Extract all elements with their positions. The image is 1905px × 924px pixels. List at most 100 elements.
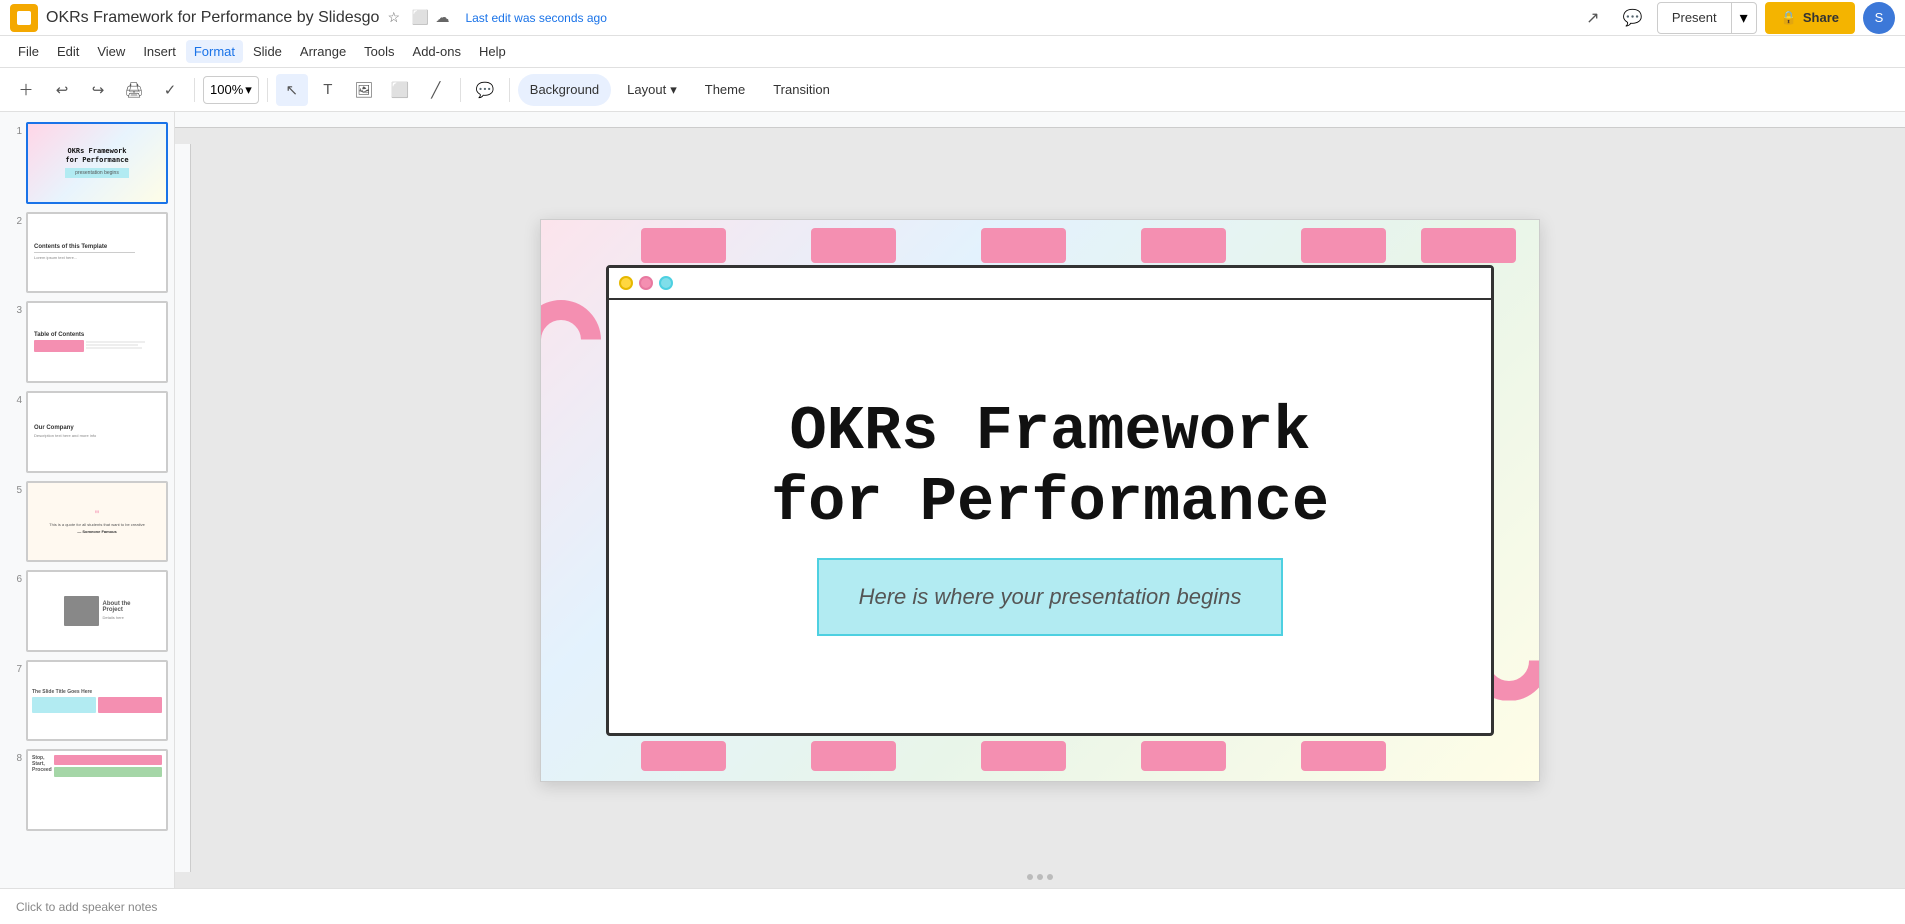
deco-bottom-1 xyxy=(641,741,726,771)
line-btn[interactable]: ╱ xyxy=(420,74,452,106)
slide-number-3: 3 xyxy=(6,305,22,316)
speaker-notes-placeholder: Click to add speaker notes xyxy=(16,900,157,914)
menu-help[interactable]: Help xyxy=(471,40,514,63)
layout-dropdown-icon: ▾ xyxy=(670,82,677,98)
background-btn[interactable]: Background xyxy=(518,74,611,106)
present-main-label[interactable]: Present xyxy=(1658,3,1732,33)
text-box-btn[interactable]: T xyxy=(312,74,344,106)
document-title: OKRs Framework for Performance by Slides… xyxy=(46,9,379,27)
menu-slide[interactable]: Slide xyxy=(245,40,290,63)
present-dropdown-arrow[interactable]: ▾ xyxy=(1732,3,1756,33)
deco-top-5 xyxy=(1301,228,1386,263)
slide-thumb-5[interactable]: " This is a quote for all students that … xyxy=(26,481,168,563)
slide-number-5: 5 xyxy=(6,485,22,496)
comments-icon[interactable]: 💬 xyxy=(1617,2,1649,34)
menu-tools[interactable]: Tools xyxy=(356,40,402,63)
deco-bottom-2 xyxy=(811,741,896,771)
slide-canvas-wrap: OKRs Framework for Performance Here is w… xyxy=(175,128,1905,872)
image-btn[interactable]: 🖼 xyxy=(348,74,380,106)
nav-dot-2[interactable] xyxy=(1037,874,1043,880)
slide-item-3[interactable]: 3 Table of Contents xyxy=(4,299,170,385)
menu-arrange[interactable]: Arrange xyxy=(292,40,354,63)
deco-top-3 xyxy=(981,228,1066,263)
menu-edit[interactable]: Edit xyxy=(49,40,87,63)
app-logo-inner xyxy=(17,11,31,25)
doc-history-icon[interactable]: ⬜ xyxy=(411,9,429,27)
zoom-control[interactable]: 100% ▾ xyxy=(203,76,259,104)
divider-2 xyxy=(267,78,268,102)
new-slide-btn[interactable]: ＋ xyxy=(10,74,42,106)
top-right-actions: ↗ 💬 Present ▾ 🔒 Share S xyxy=(1577,2,1895,34)
share-button[interactable]: 🔒 Share xyxy=(1765,2,1855,34)
select-tool[interactable]: ↖ xyxy=(276,74,308,106)
transition-btn[interactable]: Transition xyxy=(761,74,842,106)
menu-format[interactable]: Format xyxy=(186,40,243,63)
slide-thumb-1[interactable]: OKRs Frameworkfor Performance presentati… xyxy=(26,122,168,204)
comment-btn[interactable]: 💬 xyxy=(469,74,501,106)
slide-thumb-content-6: About theProject Details here xyxy=(28,572,166,650)
slide-nav-dots xyxy=(1027,874,1053,880)
deco-bottom-4 xyxy=(1141,741,1226,771)
slide-canvas[interactable]: OKRs Framework for Performance Here is w… xyxy=(540,219,1540,782)
slide-number-2: 2 xyxy=(6,216,22,227)
slide-number-4: 4 xyxy=(6,395,22,406)
nav-dot-3[interactable] xyxy=(1047,874,1053,880)
subtitle-text: Here is where your presentation begins xyxy=(859,584,1242,609)
slide-thumb-content-5: " This is a quote for all students that … xyxy=(28,483,166,561)
slide-number-6: 6 xyxy=(6,574,22,585)
slide-thumb-3[interactable]: Table of Contents xyxy=(26,301,168,383)
menu-bar: File Edit View Insert Format Slide Arran… xyxy=(0,36,1905,68)
share-label: Share xyxy=(1803,10,1839,25)
slide-thumb-content-7: The Slide Title Goes Here xyxy=(28,662,166,740)
redo-btn[interactable]: ↪ xyxy=(82,74,114,106)
spell-check-btn[interactable]: ✓ xyxy=(154,74,186,106)
star-icon[interactable]: ☆ xyxy=(387,9,405,27)
slide-thumb-4[interactable]: Our Company Description text here and mo… xyxy=(26,391,168,473)
slide-panel: 1 OKRs Frameworkfor Performance presenta… xyxy=(0,112,175,888)
slide-thumb-8[interactable]: Stop,Start,Proceed xyxy=(26,749,168,831)
menu-file[interactable]: File xyxy=(10,40,47,63)
subtitle-box[interactable]: Here is where your presentation begins xyxy=(817,558,1284,636)
activity-icon[interactable]: ↗ xyxy=(1577,2,1609,34)
slide-thumb-content-3: Table of Contents xyxy=(28,303,166,381)
browser-dot-yellow xyxy=(619,276,633,290)
nav-dot-1[interactable] xyxy=(1027,874,1033,880)
slide-item-1[interactable]: 1 OKRs Frameworkfor Performance presenta… xyxy=(4,120,170,206)
divider-1 xyxy=(194,78,195,102)
title-icons: ☆ ⬜ ☁ xyxy=(387,9,453,27)
menu-insert[interactable]: Insert xyxy=(135,40,184,63)
slide-item-7[interactable]: 7 The Slide Title Goes Here xyxy=(4,658,170,744)
speaker-notes-area[interactable]: Click to add speaker notes xyxy=(0,888,1905,924)
browser-dot-cyan xyxy=(659,276,673,290)
slide-item-4[interactable]: 4 Our Company Description text here and … xyxy=(4,389,170,475)
slide-item-8[interactable]: 8 Stop,Start,Proceed xyxy=(4,747,170,833)
browser-titlebar xyxy=(609,268,1491,300)
menu-addons[interactable]: Add-ons xyxy=(405,40,469,63)
slide-number-8: 8 xyxy=(6,753,22,764)
layout-btn[interactable]: Layout ▾ xyxy=(615,74,689,106)
deco-bottom-5 xyxy=(1301,741,1386,771)
slide-thumb-6[interactable]: About theProject Details here xyxy=(26,570,168,652)
app-logo xyxy=(10,4,38,32)
slide-main-title: OKRs Framework for Performance xyxy=(741,396,1359,539)
theme-btn[interactable]: Theme xyxy=(693,74,757,106)
avatar[interactable]: S xyxy=(1863,2,1895,34)
deco-top-6 xyxy=(1421,228,1516,263)
menu-view[interactable]: View xyxy=(89,40,133,63)
slide-item-5[interactable]: 5 " This is a quote for all students tha… xyxy=(4,479,170,565)
present-button-group[interactable]: Present ▾ xyxy=(1657,2,1757,34)
cloud-save-icon[interactable]: ☁ xyxy=(435,9,453,27)
shapes-btn[interactable]: ⬜ xyxy=(384,74,416,106)
slide-item-6[interactable]: 6 About theProject Details here xyxy=(4,568,170,654)
slide-thumb-7[interactable]: The Slide Title Goes Here xyxy=(26,660,168,742)
zoom-level: 100% xyxy=(210,82,243,97)
main-content: 1 OKRs Frameworkfor Performance presenta… xyxy=(0,112,1905,888)
undo-btn[interactable]: ↩ xyxy=(46,74,78,106)
deco-bottom-3 xyxy=(981,741,1066,771)
slide-item-2[interactable]: 2 Contents of this Template Lorem ipsum … xyxy=(4,210,170,296)
slide-thumb-2[interactable]: Contents of this Template Lorem ipsum te… xyxy=(26,212,168,294)
last-edit-link[interactable]: Last edit was seconds ago xyxy=(465,11,606,25)
browser-dot-pink xyxy=(639,276,653,290)
print-btn[interactable]: 🖨 xyxy=(118,74,150,106)
browser-frame: OKRs Framework for Performance Here is w… xyxy=(606,265,1494,736)
